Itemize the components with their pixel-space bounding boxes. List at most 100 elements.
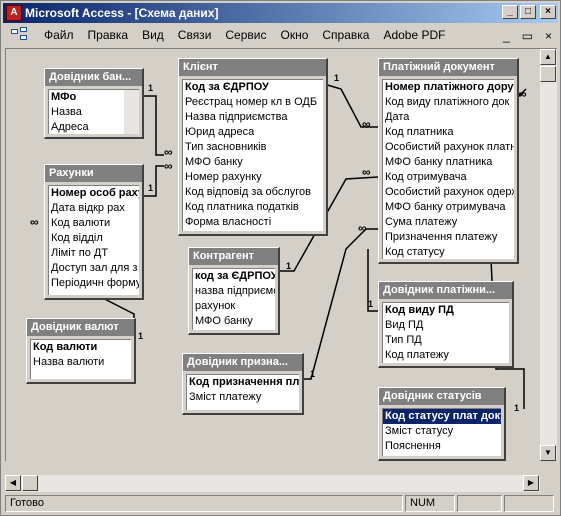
field-list[interactable]: Код за ЄДРПОУ Реєстрац номер кл в ОДБ На… <box>182 79 323 231</box>
table-title[interactable]: Клієнт <box>179 59 326 76</box>
menu-edit[interactable]: Правка <box>81 28 136 42</box>
menu-adobe-pdf[interactable]: Adobe PDF <box>376 28 452 42</box>
table-title[interactable]: Платіжний документ <box>379 59 517 76</box>
field-item[interactable]: назва підприємс <box>193 284 275 299</box>
field-list[interactable]: Номер платіжного доручен Код виду платіж… <box>382 79 514 259</box>
field-item[interactable]: Сума платежу <box>383 215 514 230</box>
scroll-thumb[interactable] <box>540 66 556 82</box>
minimize-button[interactable]: _ <box>502 5 518 19</box>
field-item[interactable]: Зміст платежу <box>187 390 299 405</box>
field-item[interactable]: Номер платіжного доручен <box>383 80 514 95</box>
table-klient[interactable]: Клієнт Код за ЄДРПОУ Реєстрац номер кл в… <box>178 58 328 236</box>
menu-window[interactable]: Окно <box>273 28 315 42</box>
field-list[interactable]: код за ЄДРПОУ назва підприємс рахунок МФ… <box>192 268 275 330</box>
field-item[interactable]: Вид ПД <box>383 318 509 333</box>
field-list[interactable]: Код призначення плат Зміст платежу <box>186 374 299 410</box>
field-item[interactable]: Код призначення плат <box>187 375 299 390</box>
field-item[interactable]: Код платника податків <box>183 200 323 215</box>
title-bar[interactable]: A Microsoft Access - [Схема даних] _ □ × <box>3 3 558 23</box>
table-scrollbar[interactable] <box>124 90 139 134</box>
field-item[interactable]: Номер особ рахун <box>49 186 139 201</box>
field-item[interactable]: рахунок <box>193 299 275 314</box>
field-item[interactable]: МФО банку отримувача <box>383 200 514 215</box>
mdi-minimize-button[interactable]: _ <box>503 29 510 43</box>
field-item[interactable]: код за ЄДРПОУ <box>193 269 275 284</box>
field-item[interactable]: Дата <box>383 110 514 125</box>
field-item[interactable]: Назва валюти <box>31 355 131 370</box>
field-item[interactable]: МФО банку платника <box>383 155 514 170</box>
table-title[interactable]: Довідник призна... <box>183 354 302 371</box>
field-item[interactable]: Код платежу <box>383 348 509 363</box>
table-title[interactable]: Рахунки <box>45 165 142 182</box>
field-list[interactable]: Код виду ПД Вид ПД Тип ПД Код платежу <box>382 302 509 363</box>
table-dovidnyk-bankiv[interactable]: Довідник бан... МФо Назва Адреса <box>44 68 144 139</box>
field-item[interactable]: Тип ПД <box>383 333 509 348</box>
field-item[interactable]: Код отримувача <box>383 170 514 185</box>
status-pane-empty <box>457 495 502 512</box>
table-dovidnyk-statusiv[interactable]: Довідник статусів Код статусу плат доку … <box>378 387 506 461</box>
table-title[interactable]: Довідник статусів <box>379 388 504 405</box>
field-item[interactable]: Юрид адреса <box>183 125 323 140</box>
field-item[interactable]: Назва підприємства <box>183 110 323 125</box>
field-list[interactable]: Код статусу плат доку Зміст статусу Пояс… <box>382 408 501 456</box>
table-title[interactable]: Довідник платіжни... <box>379 282 512 299</box>
field-item[interactable]: МФО банку <box>183 155 323 170</box>
field-item[interactable]: Призначення платежу <box>383 230 514 245</box>
field-item[interactable]: Код виду платіжного док <box>383 95 514 110</box>
scroll-up-button[interactable]: ▲ <box>540 49 556 65</box>
field-list[interactable]: Код валюти Назва валюти <box>30 339 131 379</box>
menu-file[interactable]: Файл <box>37 28 81 42</box>
close-button[interactable]: × <box>540 5 556 19</box>
field-item[interactable]: МФО банку <box>193 314 275 329</box>
field-item[interactable]: Код за ЄДРПОУ <box>183 80 323 95</box>
mdi-close-button[interactable]: × <box>545 29 552 43</box>
relationships-canvas[interactable]: 1 ∞ 1 ∞ 1 ∞ 1 ∞ 1 ∞ 1 ∞ 1 ∞ 1 Довідник б… <box>5 48 540 461</box>
table-dovidnyk-platizhnykh[interactable]: Довідник платіжни... Код виду ПД Вид ПД … <box>378 281 514 368</box>
field-item[interactable]: Пояснення <box>383 439 501 454</box>
field-item[interactable]: Код виду ПД <box>383 303 509 318</box>
field-item[interactable]: Форма власності <box>183 215 323 230</box>
menu-help[interactable]: Справка <box>315 28 376 42</box>
table-platizhnyi-dokument[interactable]: Платіжний документ Номер платіжного дору… <box>378 58 519 264</box>
maximize-button[interactable]: □ <box>520 5 536 19</box>
menu-relationships[interactable]: Связи <box>171 28 219 42</box>
horizontal-scrollbar[interactable]: ◀ ▶ <box>5 475 540 492</box>
field-item[interactable]: Код валюти <box>31 340 131 355</box>
field-item[interactable]: Код відповід за обслугов <box>183 185 323 200</box>
status-text: Готово <box>5 495 403 512</box>
table-dovidnyk-valyut[interactable]: Довідник валют Код валюти Назва валюти <box>26 318 136 384</box>
field-item[interactable]: Код статусу <box>383 245 514 259</box>
menu-view[interactable]: Вид <box>135 28 171 42</box>
field-item[interactable]: Номер рахунку <box>183 170 323 185</box>
scroll-thumb[interactable] <box>22 475 38 491</box>
table-rakhunky[interactable]: Рахунки Номер особ рахун Дата відкр рах … <box>44 164 144 300</box>
vertical-scrollbar[interactable]: ▲ ▼ <box>540 48 557 461</box>
field-list[interactable]: Номер особ рахун Дата відкр рах Код валю… <box>48 185 139 295</box>
field-item[interactable]: Реєстрац номер кл в ОДБ <box>183 95 323 110</box>
mdi-restore-button[interactable]: ▭ <box>522 29 533 43</box>
table-title[interactable]: Довідник валют <box>27 319 134 336</box>
field-item[interactable]: Тип засновників <box>183 140 323 155</box>
field-item[interactable]: Періодичн форму <box>49 276 139 291</box>
table-title[interactable]: Контрагент <box>189 248 278 265</box>
scroll-right-button[interactable]: ▶ <box>523 475 539 491</box>
scroll-left-button[interactable]: ◀ <box>5 475 21 491</box>
field-item[interactable]: Доступ зал для з <box>49 261 139 276</box>
field-item[interactable]: Код платника <box>383 125 514 140</box>
menu-tools[interactable]: Сервис <box>218 28 273 42</box>
field-item[interactable]: Ліміт по ДТ <box>49 246 139 261</box>
field-item[interactable]: Код відділ <box>49 231 139 246</box>
table-dovidnyk-pryznachennya[interactable]: Довідник призна... Код призначення плат … <box>182 353 304 415</box>
scroll-down-button[interactable]: ▼ <box>540 445 556 461</box>
field-list[interactable]: МФо Назва Адреса <box>48 89 139 134</box>
field-item[interactable]: Особистий рахунок одерж <box>383 185 514 200</box>
table-kontragent[interactable]: Контрагент код за ЄДРПОУ назва підприємс… <box>188 247 280 335</box>
table-title[interactable]: Довідник бан... <box>45 69 142 86</box>
field-item[interactable]: Дата відкр рах <box>49 201 139 216</box>
field-item[interactable]: Код валюти <box>49 216 139 231</box>
field-item[interactable]: Код статусу плат доку <box>383 409 501 424</box>
field-item[interactable]: Зміст статусу <box>383 424 501 439</box>
field-item[interactable]: Особистий рахунок платн <box>383 140 514 155</box>
rel-one-mark: 1 <box>148 183 154 193</box>
relationships-icon[interactable] <box>11 27 31 43</box>
